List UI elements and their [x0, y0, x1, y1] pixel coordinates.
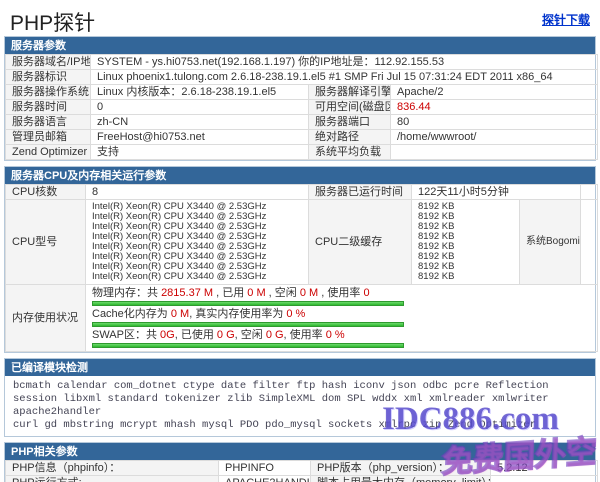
row-label: CPU型号 — [6, 200, 86, 285]
table-row: PHP运行方式: APACHE2HANDLER 脚本占用最大内存（memory_… — [6, 476, 598, 482]
swap-progress-bar — [92, 343, 404, 348]
top-bar: PHP探针 探针下载 — [0, 0, 600, 36]
row-value: zh-CN — [91, 115, 309, 130]
php-version-value: 5.2.12 — [491, 461, 598, 476]
row-label: 可用空间(磁盘区) — [309, 100, 391, 115]
row-label: Zend Optimizer — [6, 145, 91, 160]
row-label: 服务器标识 — [6, 70, 91, 85]
section-header-compiled-modules: 已编译模块检测 — [5, 359, 595, 376]
row-value — [391, 145, 598, 160]
row-label: CPU核数 — [6, 185, 86, 200]
row-label: CPU二级缓存 — [309, 200, 412, 285]
section-header-cpu-memory: 服务器CPU及内存相关运行参数 — [5, 167, 595, 184]
row-value: Linux 内核版本：2.6.18-238.19.1.el5 — [91, 85, 309, 100]
bogomips-value — [581, 200, 598, 285]
php-params-table: PHP信息（phpinfo）： PHPINFO PHP版本（php_versio… — [5, 460, 598, 482]
module-line: session libxml standard tokenizer zlib S… — [13, 393, 587, 419]
physical-memory-line: 物理内存：共 2815.37 M , 已用 0 M , 空闲 0 M , 使用率… — [92, 287, 591, 300]
module-list: bcmath calendar com_dotnet ctype date fi… — [5, 376, 595, 436]
row-label: 服务器域名/IP地址 — [6, 55, 91, 70]
memory-usage-cell: 物理内存：共 2815.37 M , 已用 0 M , 空闲 0 M , 使用率… — [86, 285, 598, 352]
table-row: CPU型号 Intel(R) Xeon(R) CPU X3440 @ 2.53G… — [6, 200, 598, 285]
table-row: Zend Optimizer 支持 系统平均负载 — [6, 145, 598, 160]
section-php-params: PHP相关参数 PHP信息（phpinfo）： PHPINFO PHP版本（ph… — [4, 442, 596, 482]
row-value: 80 — [391, 115, 598, 130]
module-line: bcmath calendar com_dotnet ctype date fi… — [13, 380, 587, 393]
row-label: 服务器操作系统 — [6, 85, 91, 100]
row-label: 内存使用状况 — [6, 285, 86, 352]
probe-download-link[interactable]: 探针下载 — [542, 11, 590, 28]
row-value: 支持 — [91, 145, 309, 160]
memory-limit-value — [491, 476, 598, 482]
section-cpu-memory: 服务器CPU及内存相关运行参数 CPU核数 8 服务器已运行时间 122天11小… — [4, 166, 596, 353]
row-label: PHP信息（phpinfo）： — [6, 461, 219, 476]
section-header-php-params: PHP相关参数 — [5, 443, 595, 460]
empty-cell — [581, 185, 598, 200]
table-row: CPU核数 8 服务器已运行时间 122天11小时5分钟 — [6, 185, 598, 200]
swap-line: SWAP区：共 0G, 已使用 0 G, 空闲 0 G, 使用率 0 % — [92, 329, 591, 342]
row-label: 管理员邮箱 — [6, 130, 91, 145]
row-value: 0 — [91, 100, 309, 115]
cache-progress-bar — [92, 322, 404, 327]
cpu-model-list: Intel(R) Xeon(R) CPU X3440 @ 2.53GHz Int… — [86, 200, 309, 285]
cpu-memory-table: CPU核数 8 服务器已运行时间 122天11小时5分钟 CPU型号 Intel… — [5, 184, 598, 352]
table-row: 服务器语言 zh-CN 服务器端口 80 — [6, 115, 598, 130]
module-line: curl gd mbstring mcrypt mhash mysql PDO … — [13, 419, 587, 432]
table-row: 管理员邮箱 FreeHost@hi0753.net 绝对路径 /home/www… — [6, 130, 598, 145]
table-row: 服务器标识 Linux phoenix1.tulong.com 2.6.18-2… — [6, 70, 598, 85]
section-header-server-params: 服务器参数 — [5, 37, 595, 54]
row-label: 系统Bogomips — [520, 200, 581, 285]
row-value: Linux phoenix1.tulong.com 2.6.18-238.19.… — [91, 70, 598, 85]
row-label: 系统平均负载 — [309, 145, 391, 160]
disk-free-value: 836.44 — [391, 100, 598, 115]
cpu-cores-value: 8 — [86, 185, 309, 200]
section-server-params: 服务器参数 服务器域名/IP地址 SYSTEM - ys.hi0753.net(… — [4, 36, 596, 161]
row-label: 绝对路径 — [309, 130, 391, 145]
cpu-cache-list: 8192 KB 8192 KB 8192 KB 8192 KB 8192 KB … — [412, 200, 520, 285]
server-params-table: 服务器域名/IP地址 SYSTEM - ys.hi0753.net(192.16… — [5, 54, 598, 160]
row-label: 脚本占用最大内存（memory_limit）： — [311, 476, 491, 482]
table-row: 内存使用状况 物理内存：共 2815.37 M , 已用 0 M , 空闲 0 … — [6, 285, 598, 352]
row-label: 服务器解译引擎 — [309, 85, 391, 100]
row-label: 服务器端口 — [309, 115, 391, 130]
uptime-value: 122天11小时5分钟 — [412, 185, 581, 200]
table-row: 服务器域名/IP地址 SYSTEM - ys.hi0753.net(192.16… — [6, 55, 598, 70]
row-value: Apache/2 — [391, 85, 598, 100]
table-row: PHP信息（phpinfo）： PHPINFO PHP版本（php_versio… — [6, 461, 598, 476]
row-value: APACHE2HANDLER — [219, 476, 311, 482]
phpinfo-value: PHPINFO — [219, 461, 311, 476]
cache-memory-line: Cache化内存为 0 M, 真实内存使用率为 0 % — [92, 308, 591, 321]
row-label: 服务器已运行时间 — [309, 185, 412, 200]
table-row: 服务器操作系统 Linux 内核版本：2.6.18-238.19.1.el5 服… — [6, 85, 598, 100]
row-value: SYSTEM - ys.hi0753.net(192.168.1.197) 你的… — [91, 55, 598, 70]
row-value: /home/wwwroot/ — [391, 130, 598, 145]
row-label: 服务器时间 — [6, 100, 91, 115]
row-value: FreeHost@hi0753.net — [91, 130, 309, 145]
row-label: PHP版本（php_version）： — [311, 461, 491, 476]
page-title: PHP探针 — [10, 7, 95, 37]
table-row: 服务器时间 0 可用空间(磁盘区) 836.44 — [6, 100, 598, 115]
row-label: 服务器语言 — [6, 115, 91, 130]
memory-progress-bar — [92, 301, 404, 306]
section-compiled-modules: 已编译模块检测 bcmath calendar com_dotnet ctype… — [4, 358, 596, 437]
row-label: PHP运行方式: — [6, 476, 219, 482]
